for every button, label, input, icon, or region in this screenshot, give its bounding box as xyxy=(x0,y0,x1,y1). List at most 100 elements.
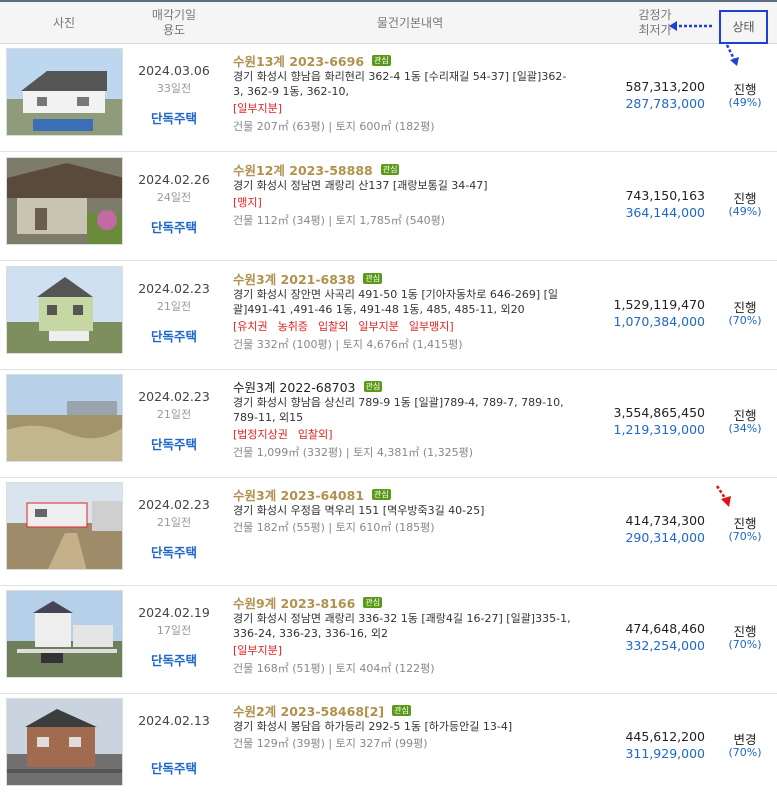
special-conditions: [맹지] xyxy=(233,195,595,211)
auction-row[interactable]: 2024.02.23 21일전 단독주택 수원3계 2022-68703 관심 … xyxy=(0,370,777,478)
case-number-link[interactable]: 수원13계 2023-6696 xyxy=(233,51,364,70)
case-number-link[interactable]: 수원12계 2023-58888 xyxy=(233,160,373,179)
interest-badge[interactable]: 관심 xyxy=(363,380,383,392)
usage-type: 단독주택 xyxy=(150,220,197,235)
auction-row[interactable]: 2024.02.19 17일전 단독주택 수원9계 2023-8166 관심 경… xyxy=(0,586,777,694)
days-ago: 33일전 xyxy=(156,82,192,95)
usage-type: 단독주택 xyxy=(150,329,197,344)
area-info: 건물 182㎡ (55평) | 토지 610㎡ (185평) xyxy=(233,521,435,534)
case-number-link[interactable]: 수원3계 2022-68703 xyxy=(233,377,356,396)
sale-date: 2024.02.13 xyxy=(138,713,210,728)
header-status[interactable]: 상태 xyxy=(719,10,768,44)
usage-type: 단독주택 xyxy=(150,653,197,668)
special-conditions: [법정지상권 입찰외] xyxy=(233,427,595,443)
property-photo[interactable] xyxy=(6,482,123,570)
address-line-1: 경기 화성시 봉담읍 하가등리 292-5 1동 [하가등안길 13-4] xyxy=(233,720,513,733)
case-number-link[interactable]: 수원3계 2021-6838 xyxy=(233,269,355,288)
area-info: 건물 129㎡ (39평) | 토지 327㎡ (99평) xyxy=(233,737,428,750)
address-line-1: 경기 화성시 향남읍 상신리 789-9 1동 [일괄]789-4, 789-7… xyxy=(233,396,564,409)
auction-row[interactable]: 2024.02.23 21일전 단독주택 수원3계 2021-6838 관심 경… xyxy=(0,262,777,370)
special-conditions: [일부지분] xyxy=(233,101,595,117)
property-info: 수원13계 2023-6696 관심 경기 화성시 향남읍 화리현리 362-4… xyxy=(233,51,595,135)
days-ago: 21일전 xyxy=(156,408,192,421)
area-info: 건물 332㎡ (100평) | 토지 4,676㎡ (1,415평) xyxy=(233,338,463,351)
interest-badge[interactable]: 관심 xyxy=(380,163,400,175)
address-line-2: 789-11, 외15 xyxy=(233,411,304,424)
property-info: 수원12계 2023-58888 관심 경기 화성시 정남면 괘랑리 산137 … xyxy=(233,160,595,229)
condition-tag: [맹지] xyxy=(233,196,262,209)
interest-badge[interactable]: 관심 xyxy=(372,488,391,500)
days-ago: 21일전 xyxy=(156,300,192,313)
case-number-link[interactable]: 수원3계 2023-64081 xyxy=(233,485,364,504)
auction-row[interactable]: 2024.02.26 24일전 단독주택 수원12계 2023-58888 관심… xyxy=(0,153,777,261)
appraised-price: 474,648,460 xyxy=(625,621,705,636)
property-photo[interactable] xyxy=(6,698,123,786)
area-info: 건물 112㎡ (34평) | 토지 1,785㎡ (540평) xyxy=(233,214,446,227)
area-info: 건물 207㎡ (63평) | 토지 600㎡ (182평) xyxy=(233,120,435,133)
sale-date: 2024.02.23 xyxy=(138,281,210,296)
address-line-1: 경기 화성시 장안면 사곡리 491-50 1동 [기아자동차로 646-269… xyxy=(233,288,559,301)
status-percent: (70%) xyxy=(728,638,762,651)
condition-tag: 입찰외 xyxy=(318,320,349,333)
auction-row[interactable]: 2024.02.23 21일전 단독주택 수원3계 2023-64081 관심 … xyxy=(0,478,777,586)
condition-tag: 입찰외] xyxy=(297,428,333,441)
usage-type: 단독주택 xyxy=(150,111,197,126)
address-line-1: 경기 화성시 우정읍 멱우리 151 [멱우방죽3길 40-25] xyxy=(233,504,485,517)
minimum-price: 1,219,319,000 xyxy=(613,422,705,437)
appraised-price: 414,734,300 xyxy=(625,513,705,528)
interest-badge[interactable]: 관심 xyxy=(392,704,411,716)
property-photo[interactable] xyxy=(6,590,123,678)
arrow-left-icon xyxy=(669,21,713,31)
minimum-price: 287,783,000 xyxy=(625,96,705,111)
days-ago: 17일전 xyxy=(156,624,192,637)
property-info: 수원3계 2022-68703 관심 경기 화성시 향남읍 상신리 789-9 … xyxy=(233,377,595,461)
appraised-price: 743,150,163 xyxy=(625,188,705,203)
minimum-price: 311,929,000 xyxy=(625,746,705,761)
address-line-1: 경기 화성시 향남읍 화리현리 362-4 1동 [수리재길 54-37] [일… xyxy=(233,70,567,83)
area-info: 건물 168㎡ (51평) | 토지 404㎡ (122평) xyxy=(233,662,435,675)
sale-date: 2024.02.19 xyxy=(138,605,210,620)
usage-type: 단독주택 xyxy=(150,437,197,452)
minimum-price: 1,070,384,000 xyxy=(613,314,705,329)
auction-row[interactable]: 2024.03.06 33일전 단독주택 수원13계 2023-6696 관심 … xyxy=(0,44,777,152)
interest-badge[interactable]: 관심 xyxy=(363,596,383,608)
status-percent: (70%) xyxy=(728,746,762,759)
header-info: 물건기본내역 xyxy=(376,15,444,30)
sale-date: 2024.02.23 xyxy=(138,389,210,404)
appraised-price: 587,313,200 xyxy=(625,79,705,94)
special-conditions: [일부지분] xyxy=(233,643,595,659)
condition-tag: 농취증 xyxy=(277,320,309,333)
auction-row[interactable]: 2024.02.13 단독주택 수원2계 2023-58468[2] 관심 경기… xyxy=(0,694,777,793)
address-line-2: 336-24, 336-23, 336-16, 외2 xyxy=(233,627,388,640)
condition-tag: 일부지분 xyxy=(358,320,399,333)
sale-date: 2024.02.23 xyxy=(138,497,210,512)
sale-date: 2024.03.06 xyxy=(138,63,210,78)
interest-badge[interactable]: 관심 xyxy=(372,54,391,66)
usage-type: 단독주택 xyxy=(150,545,197,560)
property-info: 수원3계 2023-64081 관심 경기 화성시 우정읍 멱우리 151 [멱… xyxy=(233,485,595,536)
status-percent: (70%) xyxy=(728,530,762,543)
property-photo[interactable] xyxy=(6,157,123,245)
property-info: 수원9계 2023-8166 관심 경기 화성시 정남면 괘랑리 336-32 … xyxy=(233,593,595,677)
property-photo[interactable] xyxy=(6,266,123,354)
case-number-link[interactable]: 수원2계 2023-58468[2] xyxy=(233,701,384,720)
table-header: 사진 매각기일 용도 물건기본내역 감정가 최저가 상태 xyxy=(0,0,777,44)
address-line-2: 괄]491-41 ,491-46 1동, 491-48 1동, 485, 485… xyxy=(233,303,525,316)
days-ago: 24일전 xyxy=(156,191,192,204)
interest-badge[interactable]: 관심 xyxy=(363,272,383,284)
header-date-usage[interactable]: 매각기일 용도 xyxy=(128,2,220,44)
address-line-1: 경기 화성시 정남면 괘랑리 336-32 1동 [괘랑4길 16-27] [일… xyxy=(233,612,571,625)
minimum-price: 364,144,000 xyxy=(625,205,705,220)
address-line-2: 3, 362-9 1동, 362-10, xyxy=(233,85,350,98)
property-photo[interactable] xyxy=(6,48,123,136)
special-conditions: [유치권 농취증 입찰외 일부지분 일부맹지] xyxy=(233,319,595,335)
minimum-price: 332,254,000 xyxy=(625,638,705,653)
days-ago: 21일전 xyxy=(156,516,192,529)
status-percent: (49%) xyxy=(728,205,762,218)
property-photo[interactable] xyxy=(6,374,123,462)
usage-type: 단독주택 xyxy=(150,761,197,776)
appraised-price: 3,554,865,450 xyxy=(613,405,705,420)
case-number-link[interactable]: 수원9계 2023-8166 xyxy=(233,593,355,612)
condition-tag: [일부지분] xyxy=(233,102,283,115)
appraised-price: 445,612,200 xyxy=(625,729,705,744)
